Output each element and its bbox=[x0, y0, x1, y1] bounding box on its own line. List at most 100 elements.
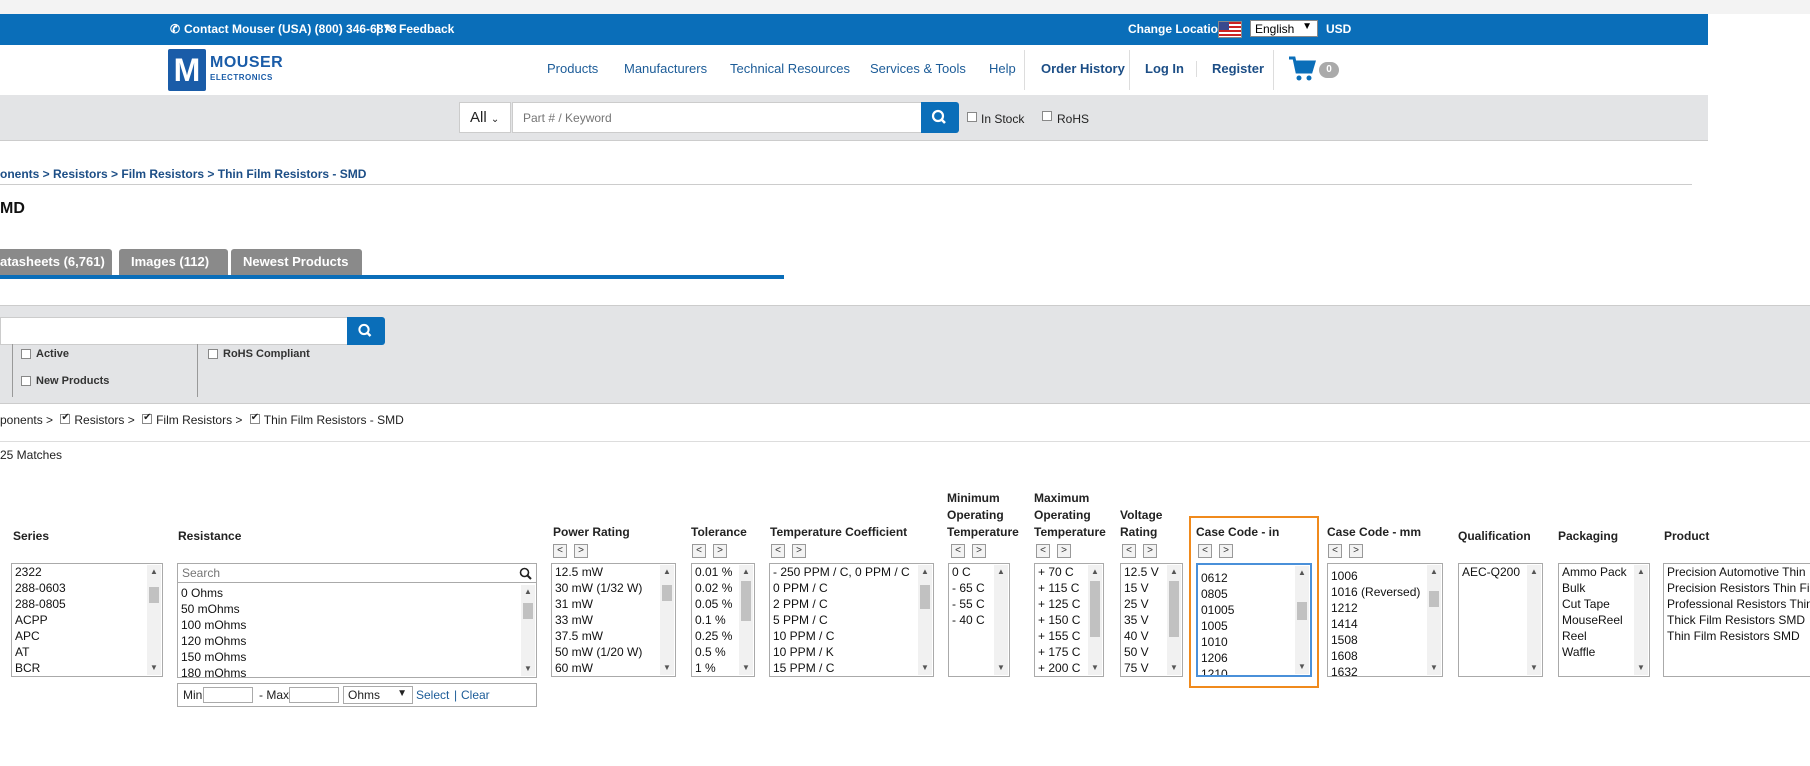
list-item[interactable]: 1212 bbox=[1328, 600, 1442, 616]
nav-login[interactable]: Log In bbox=[1145, 61, 1184, 76]
scrollbar[interactable]: ▲ ▼ bbox=[918, 565, 932, 675]
list-item[interactable]: 1016 (Reversed) bbox=[1328, 584, 1442, 600]
sort-right-icon[interactable]: > bbox=[972, 544, 986, 558]
resistors-checkbox[interactable] bbox=[60, 412, 71, 424]
qualification-listbox[interactable]: AEC-Q200 ▲ ▼ bbox=[1458, 563, 1543, 677]
list-item[interactable]: 1005 bbox=[1198, 618, 1310, 634]
sort-left-icon[interactable]: < bbox=[951, 544, 965, 558]
tab-images[interactable]: Images (112) bbox=[119, 249, 228, 275]
list-item[interactable]: 288-0805 bbox=[12, 596, 162, 612]
active-checkbox[interactable] bbox=[21, 349, 31, 359]
scroll-down-icon[interactable]: ▼ bbox=[994, 661, 1008, 675]
list-item[interactable]: 1632 bbox=[1328, 664, 1442, 676]
search-category-select[interactable]: All ⌄ bbox=[459, 102, 511, 133]
scroll-thumb[interactable] bbox=[1090, 581, 1100, 637]
min-input[interactable] bbox=[203, 687, 253, 703]
list-item[interactable]: ACPP bbox=[12, 612, 162, 628]
list-item[interactable]: 10 PPM / C bbox=[770, 628, 933, 644]
scroll-up-icon[interactable]: ▲ bbox=[147, 565, 161, 579]
sort-left-icon[interactable]: < bbox=[553, 544, 567, 558]
nav-products[interactable]: Products bbox=[547, 61, 598, 76]
list-item[interactable]: 30 mW (1/32 W) bbox=[552, 580, 675, 596]
scrollbar[interactable]: ▲ ▼ bbox=[739, 565, 753, 675]
rohs-compliant-checkbox[interactable] bbox=[208, 349, 218, 359]
nav-register[interactable]: Register bbox=[1212, 61, 1264, 76]
feedback-link[interactable]: Feedback bbox=[399, 22, 454, 36]
scrollbar[interactable]: ▲ ▼ bbox=[1088, 565, 1102, 675]
list-item[interactable]: 1010 bbox=[1198, 634, 1310, 650]
list-item[interactable]: 1414 bbox=[1328, 616, 1442, 632]
list-item[interactable]: 01005 bbox=[1198, 602, 1310, 618]
nav-technical-resources[interactable]: Technical Resources bbox=[730, 61, 850, 76]
cart-icon[interactable] bbox=[1288, 56, 1316, 82]
scroll-thumb[interactable] bbox=[1429, 591, 1439, 607]
sort-right-icon[interactable]: > bbox=[713, 544, 727, 558]
sort-left-icon[interactable]: < bbox=[1198, 544, 1212, 558]
search-input[interactable] bbox=[512, 102, 922, 133]
list-item[interactable]: Precision Automotive Thin bbox=[1664, 564, 1810, 580]
breadcrumb[interactable]: onents > Resistors > Film Resistors > Th… bbox=[0, 167, 366, 181]
scroll-thumb[interactable] bbox=[1169, 581, 1179, 637]
temp-coeff-listbox[interactable]: - 250 PPM / C, 0 PPM / C 0 PPM / C 2 PPM… bbox=[769, 563, 934, 677]
contact-link[interactable]: Contact Mouser (USA) (800) 346-6873 bbox=[184, 22, 397, 36]
list-item[interactable]: 31 mW bbox=[552, 596, 675, 612]
scrollbar[interactable]: ▲ ▼ bbox=[1527, 565, 1541, 675]
scrollbar[interactable]: ▲ ▼ bbox=[660, 565, 674, 675]
nav-services-tools[interactable]: Services & Tools bbox=[870, 61, 966, 76]
list-item[interactable]: 33 mW bbox=[552, 612, 675, 628]
scroll-up-icon[interactable]: ▲ bbox=[1167, 565, 1181, 579]
list-item[interactable]: 288-0603 bbox=[12, 580, 162, 596]
voltage-listbox[interactable]: 12.5 V 15 V 25 V 35 V 40 V 50 V 75 V ▲ ▼ bbox=[1120, 563, 1183, 677]
list-item[interactable]: AT bbox=[12, 644, 162, 660]
scroll-thumb[interactable] bbox=[662, 585, 672, 601]
list-item[interactable]: 0805 bbox=[1198, 586, 1310, 602]
sort-right-icon[interactable]: > bbox=[1219, 544, 1233, 558]
list-item[interactable]: 37.5 mW bbox=[552, 628, 675, 644]
sort-right-icon[interactable]: > bbox=[1057, 544, 1071, 558]
list-item[interactable]: 1206 bbox=[1198, 650, 1310, 666]
currency-label[interactable]: USD bbox=[1326, 22, 1351, 36]
scrollbar[interactable]: ▲ ▼ bbox=[1634, 565, 1648, 675]
list-item[interactable]: 50 mOhms bbox=[178, 601, 246, 617]
list-item[interactable]: 12.5 mW bbox=[552, 564, 675, 580]
scrollbar[interactable]: ▲ ▼ bbox=[521, 585, 535, 676]
min-temp-listbox[interactable]: 0 C - 65 C - 55 C - 40 C ▲ ▼ bbox=[948, 563, 1010, 677]
search-button[interactable] bbox=[921, 102, 959, 133]
nav-manufacturers[interactable]: Manufacturers bbox=[624, 61, 707, 76]
tab-newest-products[interactable]: Newest Products bbox=[231, 249, 362, 275]
list-item[interactable]: 1006 bbox=[1328, 568, 1442, 584]
scroll-up-icon[interactable]: ▲ bbox=[1088, 565, 1102, 579]
us-flag-icon[interactable] bbox=[1218, 21, 1242, 38]
list-item[interactable]: APC bbox=[12, 628, 162, 644]
list-item[interactable]: 0 Ohms bbox=[178, 585, 246, 601]
scroll-down-icon[interactable]: ▼ bbox=[1088, 661, 1102, 675]
scroll-down-icon[interactable]: ▼ bbox=[739, 661, 753, 675]
scroll-down-icon[interactable]: ▼ bbox=[1427, 661, 1441, 675]
scroll-up-icon[interactable]: ▲ bbox=[918, 565, 932, 579]
list-item[interactable]: 1608 bbox=[1328, 648, 1442, 664]
list-item[interactable]: BCR bbox=[12, 660, 162, 676]
nav-help[interactable]: Help bbox=[989, 61, 1016, 76]
list-item[interactable]: 0 PPM / C bbox=[770, 580, 933, 596]
list-item[interactable]: 100 mOhms bbox=[178, 617, 246, 633]
list-item[interactable]: 60 mW bbox=[552, 660, 675, 676]
list-item[interactable]: 50 mW (1/20 W) bbox=[552, 644, 675, 660]
max-input[interactable] bbox=[289, 687, 339, 703]
sort-left-icon[interactable]: < bbox=[771, 544, 785, 558]
list-item[interactable]: Thick Film Resistors SMD bbox=[1664, 612, 1810, 628]
sort-left-icon[interactable]: < bbox=[1328, 544, 1342, 558]
scroll-down-icon[interactable]: ▼ bbox=[147, 661, 161, 675]
scroll-up-icon[interactable]: ▲ bbox=[660, 565, 674, 579]
list-item[interactable]: 180 mOhms bbox=[178, 665, 246, 677]
list-item[interactable]: 120 mOhms bbox=[178, 633, 246, 649]
scroll-up-icon[interactable]: ▲ bbox=[521, 585, 535, 599]
max-temp-listbox[interactable]: + 70 C + 115 C + 125 C + 150 C + 155 C +… bbox=[1034, 563, 1104, 677]
list-item[interactable]: 150 mOhms bbox=[178, 649, 246, 665]
list-item[interactable]: 2322 bbox=[12, 564, 162, 580]
unit-select[interactable]: Ohms ▼ bbox=[343, 686, 413, 704]
scrollbar[interactable]: ▲ ▼ bbox=[147, 565, 161, 675]
film-resistors-checkbox[interactable] bbox=[142, 412, 153, 424]
sort-right-icon[interactable]: > bbox=[574, 544, 588, 558]
scroll-thumb[interactable] bbox=[920, 585, 930, 609]
sort-left-icon[interactable]: < bbox=[692, 544, 706, 558]
